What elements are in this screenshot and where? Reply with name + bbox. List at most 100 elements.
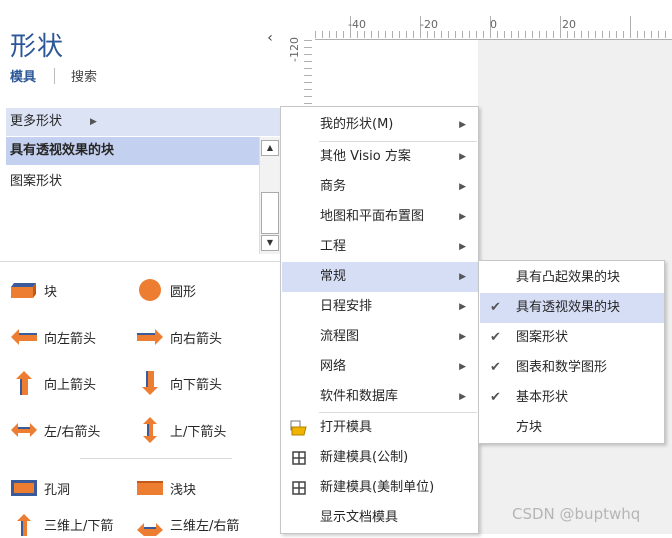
general-submenu: 具有凸起效果的块 ✔ 具有透视效果的块 ✔ 图案形状 ✔ 图表和数学图形 ✔ 基… [478,260,665,444]
check-icon: ✔ [490,330,501,345]
pane-divider [0,261,281,262]
submenu-item-pattern-shapes[interactable]: ✔ 图案形状 [480,323,664,353]
open-folder-icon [290,420,307,436]
menu-item-label: 网络 [320,359,347,374]
watermark-text: CSDN @buptwhq [512,505,641,523]
menu-item-label: 日程安排 [320,299,373,314]
menu-item-engineering[interactable]: 工程 ▶ [282,232,478,262]
shape-item[interactable]: 圆形 [136,276,196,304]
shape-item[interactable]: 块 [10,276,57,304]
more-shapes-item[interactable]: 更多形状 ▶ [6,108,280,136]
submenu-item-label: 基本形状 [516,390,569,405]
submenu-item-label: 图表和数学图形 [516,360,608,375]
shapes-divider [80,458,232,459]
circle-icon [139,279,161,301]
menu-item-my-shapes[interactable]: 我的形状(M) ▶ [282,110,478,140]
chevron-right-icon: ▶ [459,392,466,402]
tab-stencils[interactable]: 模具 [10,66,36,85]
menu-item-business[interactable]: 商务 ▶ [282,172,478,202]
submenu-item-label: 具有凸起效果的块 [516,270,621,285]
stencil-list: 更多形状 ▶ 具有透视效果的块 图案形状 ▲ ▼ [6,106,280,254]
chevron-right-icon: ▶ [459,272,466,282]
scroll-up-icon[interactable]: ▲ [261,140,279,156]
submenu-item-label: 具有透视效果的块 [516,300,621,315]
shape-label: 向上箭头 [44,377,97,393]
shape-item[interactable]: 向右箭头 [136,323,222,351]
menu-item-new-stencil-metric[interactable]: 新建模具(公制) [282,443,478,473]
menu-item-label: 软件和数据库 [320,389,399,404]
chevron-right-icon: ▶ [459,302,466,312]
ruler-label: -40 [348,18,366,31]
shape-label: 向右箭头 [170,331,223,347]
shape-label: 左/右箭头 [44,424,101,440]
shallow-block-icon [137,481,163,495]
submenu-item-blocks[interactable]: 方块 [480,413,664,443]
menu-item-network[interactable]: 网络 ▶ [282,352,478,382]
stencil-scrollbar[interactable]: ▲ ▼ [259,137,280,254]
pane-tabs: 模具 搜索 [10,66,97,85]
collapse-pane-button[interactable]: ‹ [264,30,276,46]
menu-item-label: 流程图 [320,329,360,344]
right-arrow-icon [137,329,163,345]
shape-label: 浅块 [170,482,197,498]
menu-item-label: 商务 [320,179,347,194]
shape-label: 向下箭头 [170,377,223,393]
scroll-thumb[interactable] [261,192,279,234]
tab-search[interactable]: 搜索 [71,66,97,85]
chevron-right-icon: ▶ [459,120,466,130]
block-icon [11,283,36,298]
menu-item-label: 显示文档模具 [320,510,399,525]
tab-divider [54,67,56,84]
shape-item[interactable]: 左/右箭头 [10,416,100,444]
submenu-item-label: 方块 [516,420,543,435]
shape-label: 孔洞 [44,482,71,498]
menu-item-label: 新建模具(公制) [320,450,409,465]
shape-item[interactable]: 浅块 [136,474,196,502]
menu-item-flowchart[interactable]: 流程图 ▶ [282,322,478,352]
scroll-down-icon[interactable]: ▼ [261,235,279,251]
up-arrow-icon [16,371,32,395]
menu-item-label: 地图和平面布置图 [320,209,425,224]
menu-item-open-stencil[interactable]: 打开模具 [282,413,478,443]
ruler-label: -120 [288,37,301,62]
shape-item[interactable]: 上/下箭头 [136,416,226,444]
stencil-item-pattern-shapes[interactable]: 图案形状 [6,168,259,196]
grid-icon [292,481,306,495]
ruler-label: 20 [562,18,576,31]
more-shapes-menu: 我的形状(M) ▶ 其他 Visio 方案 ▶ 商务 ▶ 地图和平面布置图 ▶ … [280,106,479,534]
3d-left-right-arrow-icon [137,523,163,536]
shape-label: 三维上/下箭 [44,518,114,534]
check-icon: ✔ [490,390,501,405]
down-arrow-icon [142,371,158,395]
ruler-label: -20 [420,18,438,31]
shape-item[interactable]: 向左箭头 [10,323,96,351]
chevron-right-icon: ▶ [459,212,466,222]
check-icon: ✔ [490,360,501,375]
shape-item[interactable]: 向下箭头 [136,369,222,397]
ruler-label: 0 [490,18,497,31]
menu-item-label: 我的形状(M) [320,117,394,132]
menu-item-new-stencil-us[interactable]: 新建模具(美制单位) [282,473,478,503]
submenu-item-label: 图案形状 [516,330,569,345]
submenu-item-perspective-blocks[interactable]: ✔ 具有透视效果的块 [480,293,664,323]
menu-item-show-document-stencil[interactable]: 显示文档模具 [282,503,478,533]
more-shapes-label: 更多形状 [10,114,63,129]
menu-item-schedule[interactable]: 日程安排 ▶ [282,292,478,322]
chevron-right-icon: ▶ [459,242,466,252]
menu-item-label: 常规 [320,269,347,284]
check-icon: ✔ [490,300,501,315]
left-right-arrow-icon [11,423,37,437]
shape-item[interactable]: 向上箭头 [10,369,96,397]
stencil-item-perspective-blocks[interactable]: 具有透视效果的块 [6,137,259,165]
submenu-item-charts-math[interactable]: ✔ 图表和数学图形 [480,353,664,383]
shape-label: 上/下箭头 [170,424,227,440]
grid-icon [292,451,306,465]
submenu-item-raised-blocks[interactable]: 具有凸起效果的块 [480,263,664,293]
menu-item-maps[interactable]: 地图和平面布置图 ▶ [282,202,478,232]
submenu-item-basic-shapes[interactable]: ✔ 基本形状 [480,383,664,413]
shape-item[interactable]: 孔洞 [10,474,70,502]
chevron-right-icon: ▶ [459,182,466,192]
menu-item-other-visio[interactable]: 其他 Visio 方案 ▶ [282,142,478,172]
menu-item-general[interactable]: 常规 ▶ [282,262,478,292]
menu-item-software-database[interactable]: 软件和数据库 ▶ [282,382,478,412]
